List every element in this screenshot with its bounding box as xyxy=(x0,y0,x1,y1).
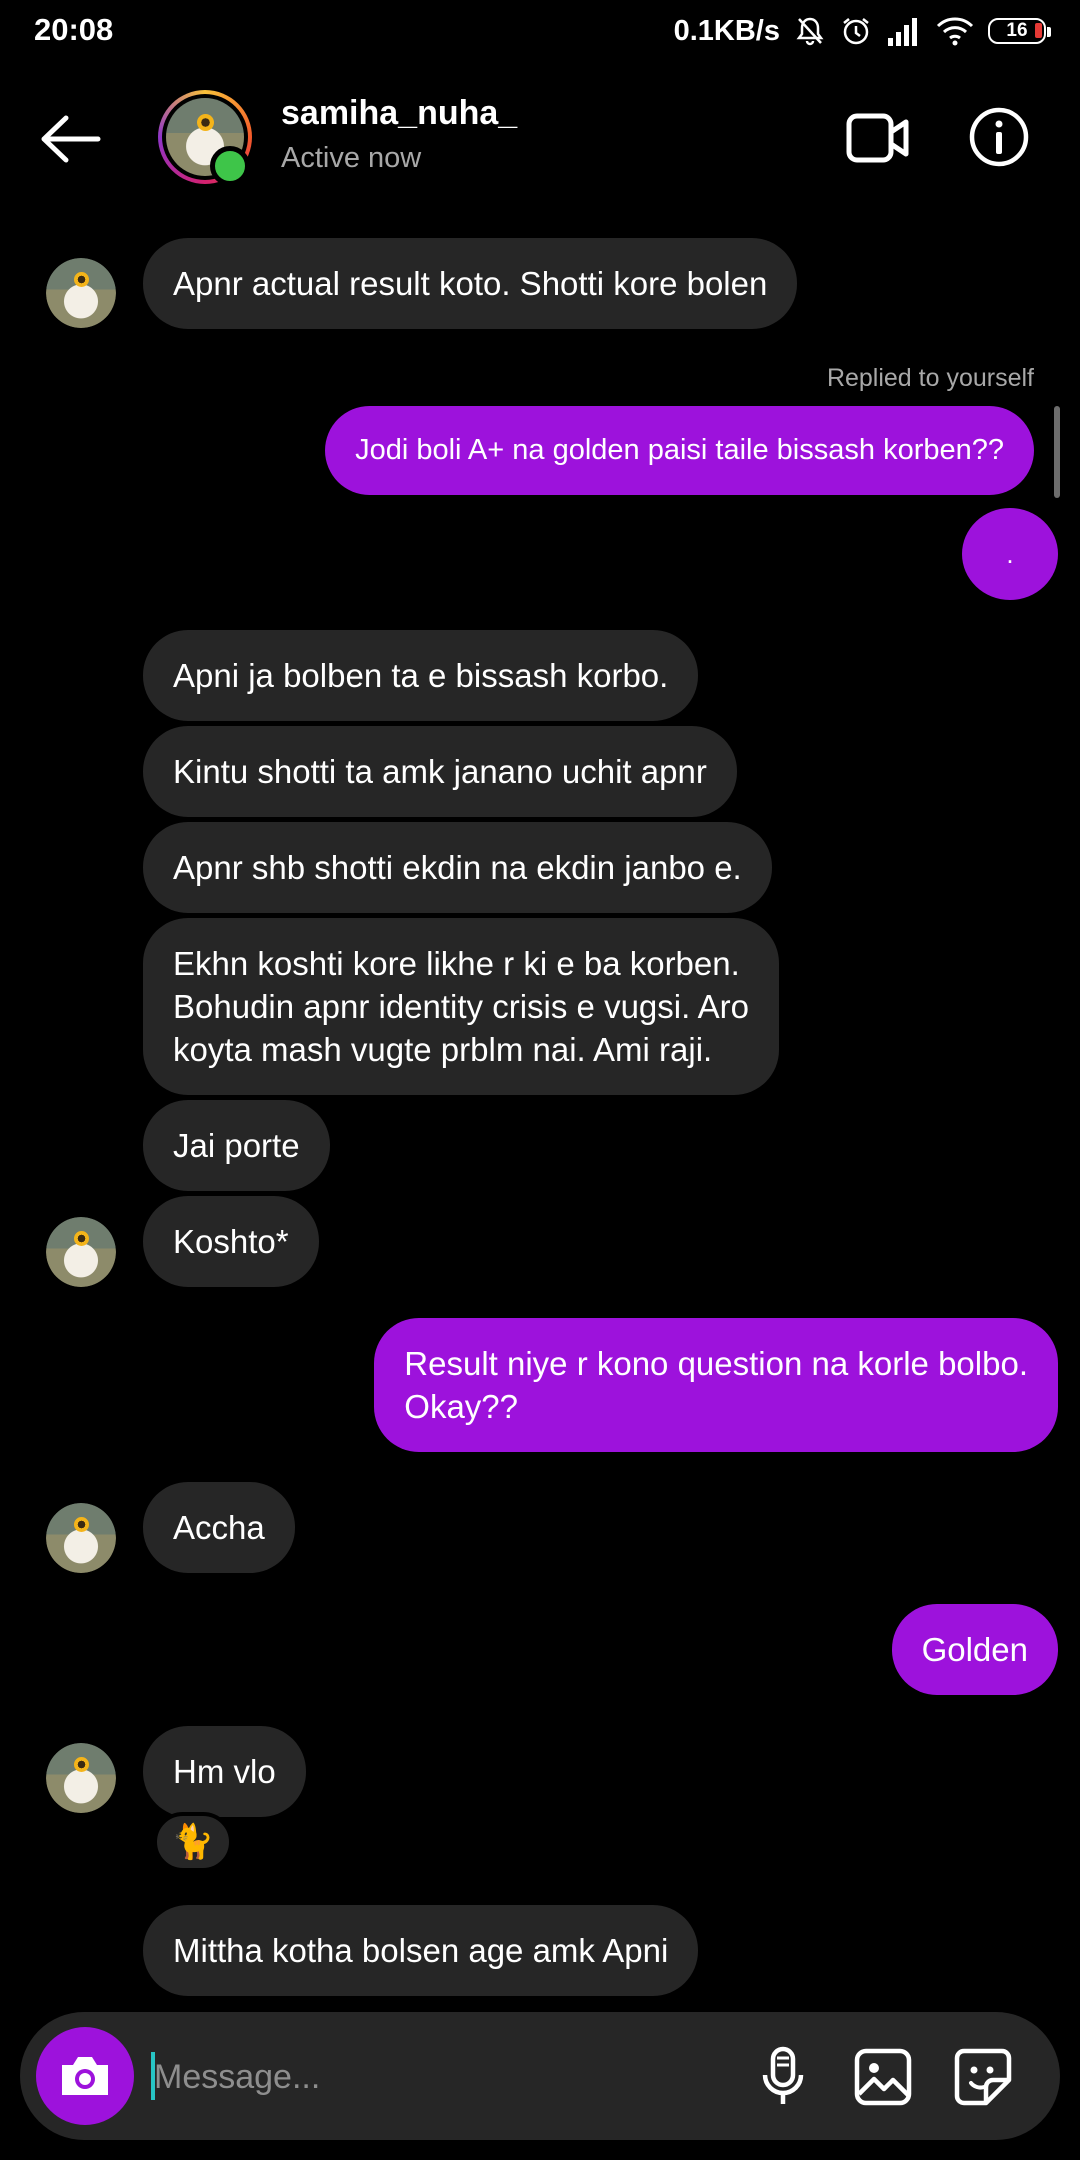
muted-bell-icon xyxy=(796,17,824,46)
video-call-icon[interactable] xyxy=(846,110,910,166)
sticker-button[interactable] xyxy=(952,2046,1014,2108)
message-incoming[interactable]: Koshto* xyxy=(143,1196,319,1287)
message-reaction[interactable]: 🐈 xyxy=(153,1812,233,1872)
battery-level: 16 xyxy=(1006,20,1028,41)
avatar[interactable] xyxy=(46,1217,116,1287)
message-incoming[interactable]: Ekhn koshti kore likhe r ki e ba korben.… xyxy=(143,918,779,1095)
arrow-left-icon[interactable] xyxy=(40,114,102,164)
message-incoming[interactable]: Accha xyxy=(143,1482,295,1573)
sticker-icon xyxy=(954,2048,1012,2106)
reply-note: Replied to yourself xyxy=(826,364,1034,392)
message-incoming[interactable]: Apnr actual result koto. Shotti kore bol… xyxy=(143,238,798,329)
message-incoming[interactable]: Apni ja bolben ta e bissash korbo. xyxy=(143,630,699,721)
battery-icon: 16 xyxy=(988,18,1051,44)
alarm-icon xyxy=(843,18,869,45)
active-status: Active now xyxy=(281,142,422,174)
chat-header: samiha_nuha_ Active now xyxy=(0,62,1080,212)
message-composer xyxy=(20,2012,1060,2140)
online-indicator xyxy=(210,146,250,186)
message-input[interactable] xyxy=(152,2046,736,2108)
message-incoming[interactable]: Hm vlo xyxy=(143,1726,306,1817)
signal-icon xyxy=(888,18,917,46)
network-speed: 0.1KB/s xyxy=(673,14,780,47)
gallery-button[interactable] xyxy=(852,2046,914,2108)
status-icons: 0.1KB/s 16 xyxy=(673,12,1051,50)
message-outgoing[interactable]: . xyxy=(962,508,1058,600)
chat-username[interactable]: samiha_nuha_ xyxy=(281,94,517,133)
avatar[interactable] xyxy=(46,1503,116,1573)
status-time: 20:08 xyxy=(34,12,114,47)
message-outgoing[interactable]: Golden xyxy=(891,1604,1058,1695)
message-outgoing[interactable]: Result niye r kono question na korle bol… xyxy=(374,1318,1058,1452)
message-incoming[interactable]: Mittha kotha bolsen age amk Apni xyxy=(143,1905,699,1996)
avatar[interactable] xyxy=(46,258,116,328)
mic-button[interactable] xyxy=(752,2046,814,2108)
scrollbar[interactable] xyxy=(1054,406,1060,498)
status-bar: 20:08 0.1KB/s 16 xyxy=(0,0,1080,62)
message-incoming[interactable]: Apnr shb shotti ekdin na ekdin janbo e. xyxy=(143,822,772,913)
image-icon xyxy=(854,2048,912,2106)
info-icon[interactable] xyxy=(968,106,1030,168)
microphone-icon xyxy=(762,2046,804,2104)
camera-icon xyxy=(62,2057,108,2095)
wifi-icon xyxy=(936,17,974,46)
message-incoming[interactable]: Jai porte xyxy=(143,1100,330,1191)
camera-button[interactable] xyxy=(36,2027,134,2125)
message-outgoing[interactable]: Jodi boli A+ na golden paisi taile bissa… xyxy=(325,406,1034,495)
avatar[interactable] xyxy=(46,1743,116,1813)
message-incoming[interactable]: Kintu shotti ta amk janano uchit apnr xyxy=(143,726,737,817)
